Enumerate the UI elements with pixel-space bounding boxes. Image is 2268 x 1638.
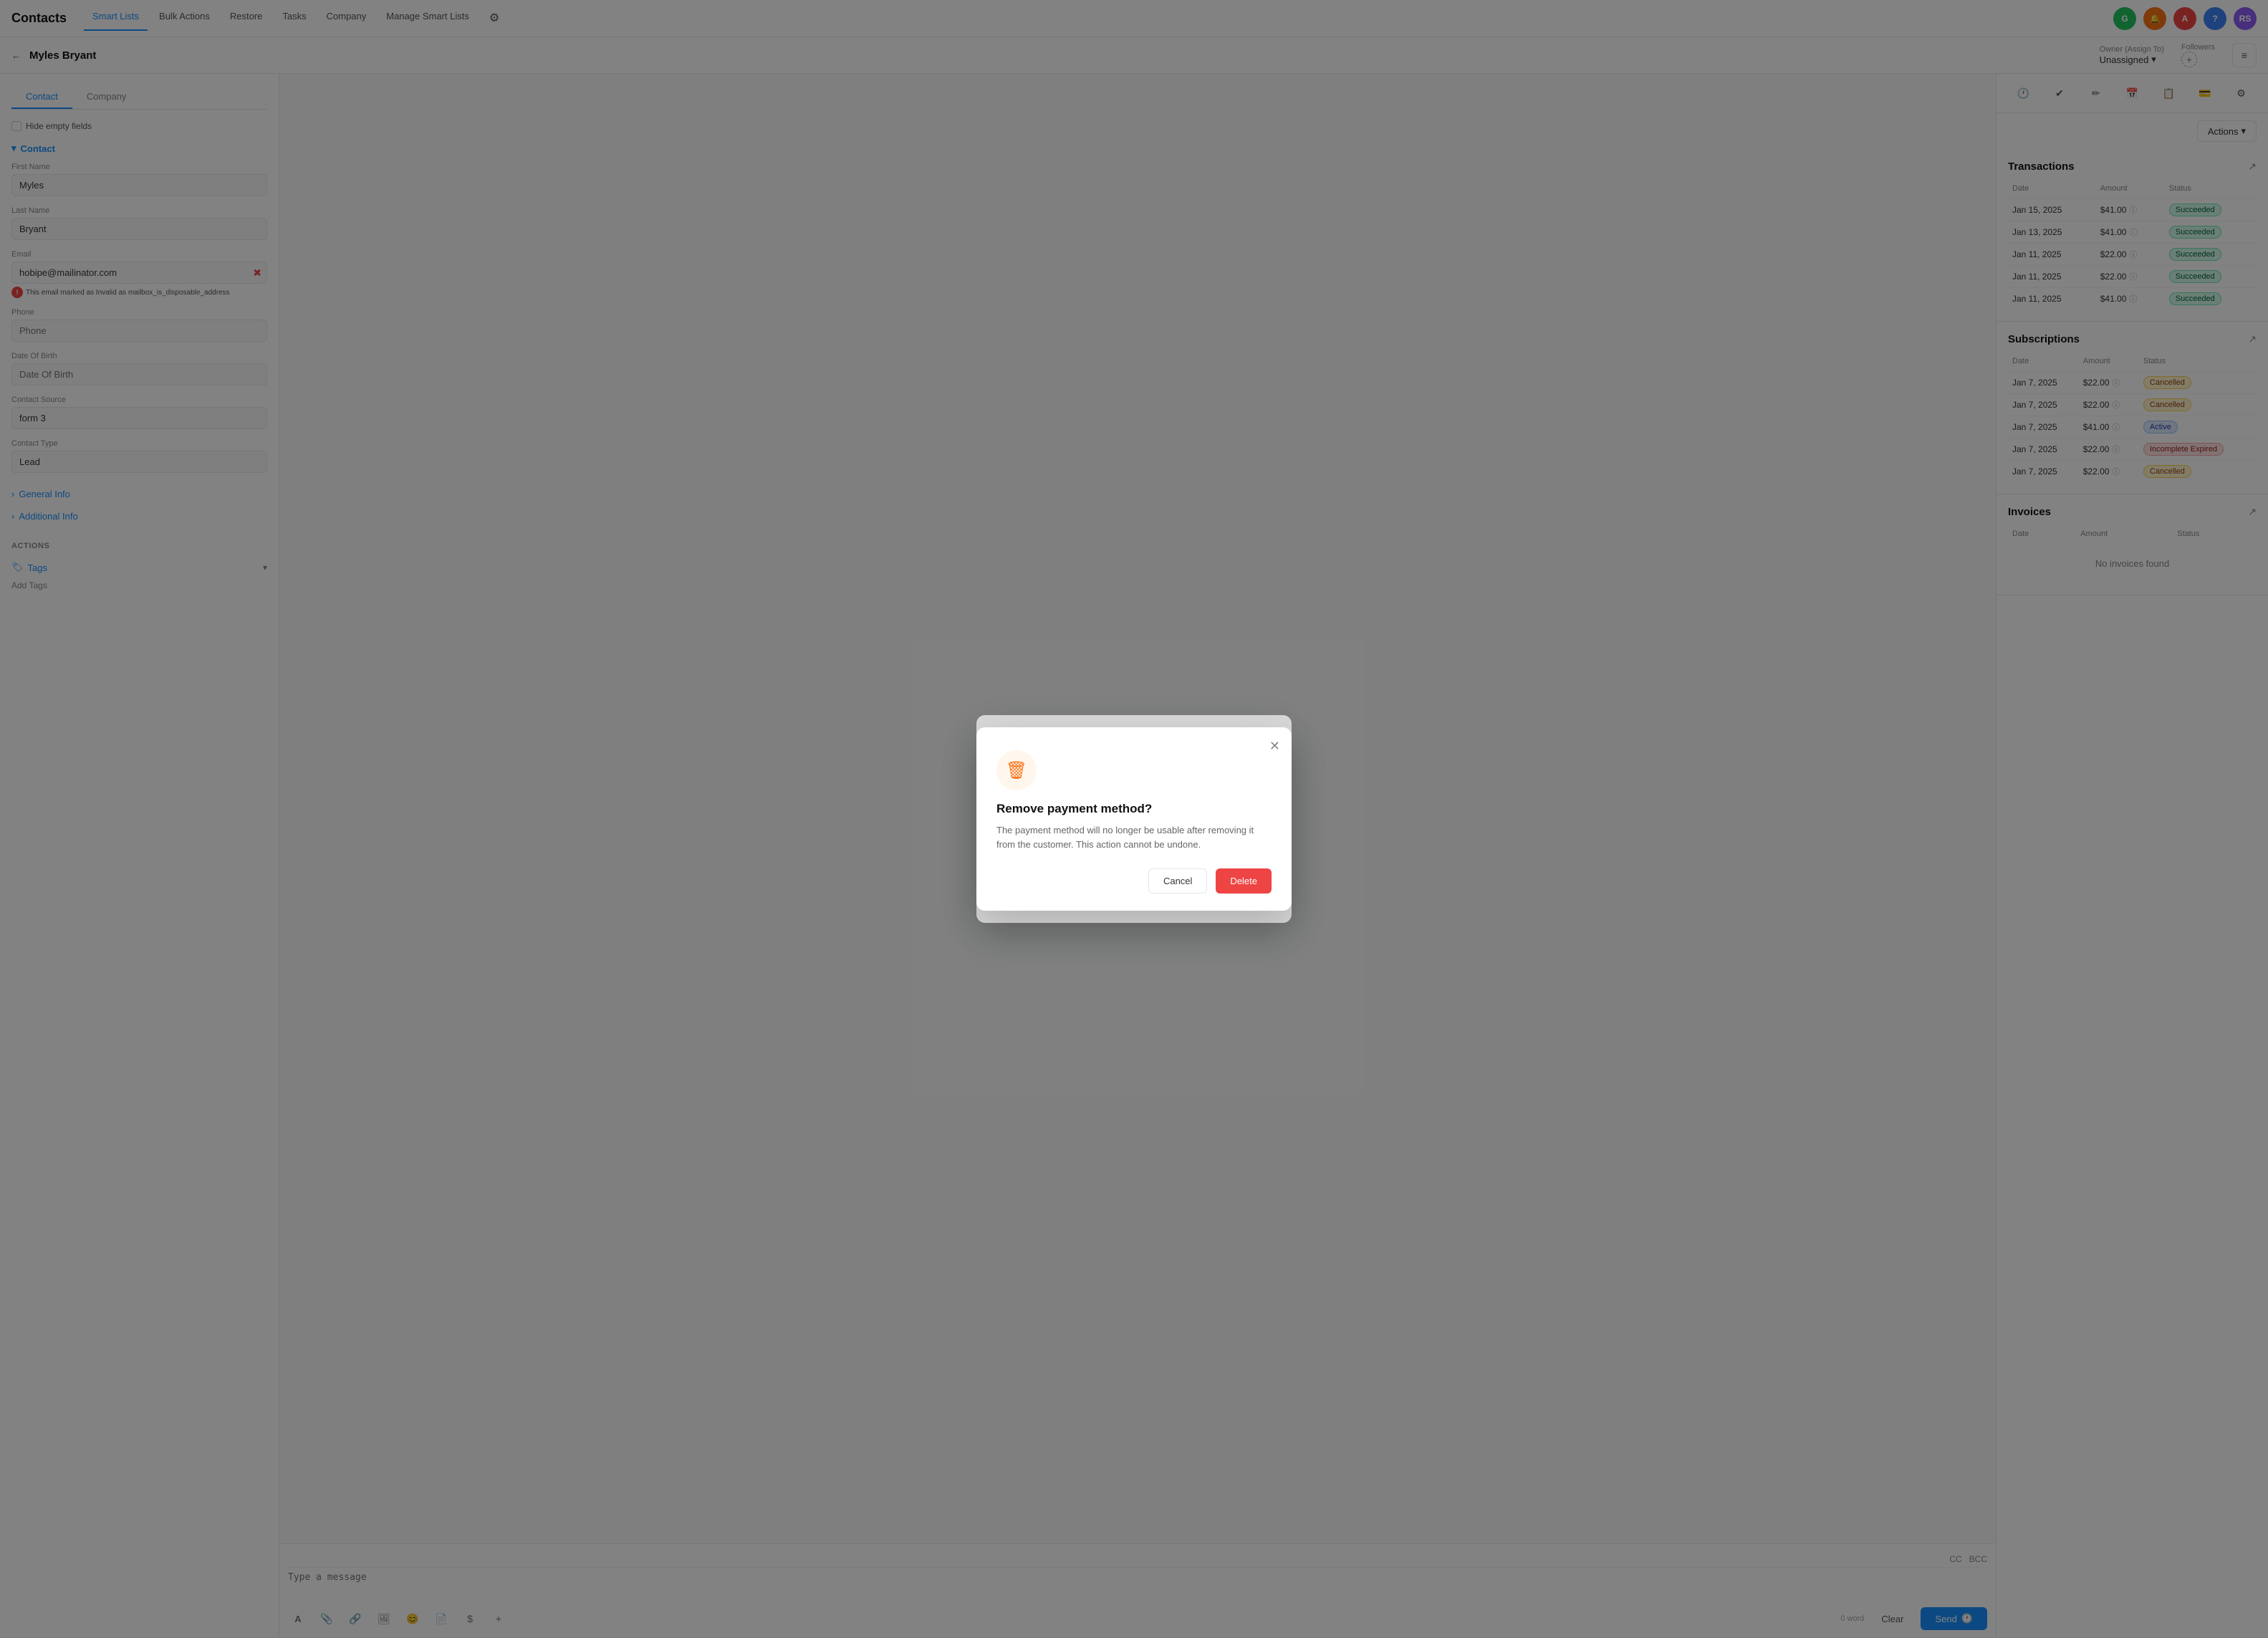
remove-modal-actions: Cancel Delete xyxy=(996,868,1272,894)
remove-payment-modal: ✕ 🗑 Remove payment method? The payment m… xyxy=(976,727,1292,911)
remove-modal-close[interactable]: ✕ xyxy=(1269,739,1280,754)
remove-icon-wrapper: 🗑 xyxy=(996,750,1037,790)
cancel-button[interactable]: Cancel xyxy=(1148,868,1207,894)
remove-payment-description: The payment method will no longer be usa… xyxy=(996,823,1272,851)
delete-button[interactable]: Delete xyxy=(1216,868,1272,894)
trash-icon: 🗑 xyxy=(1006,760,1027,781)
remove-payment-backdrop: ✕ 🗑 Remove payment method? The payment m… xyxy=(0,0,2268,1638)
remove-payment-title: Remove payment method? xyxy=(996,802,1272,816)
